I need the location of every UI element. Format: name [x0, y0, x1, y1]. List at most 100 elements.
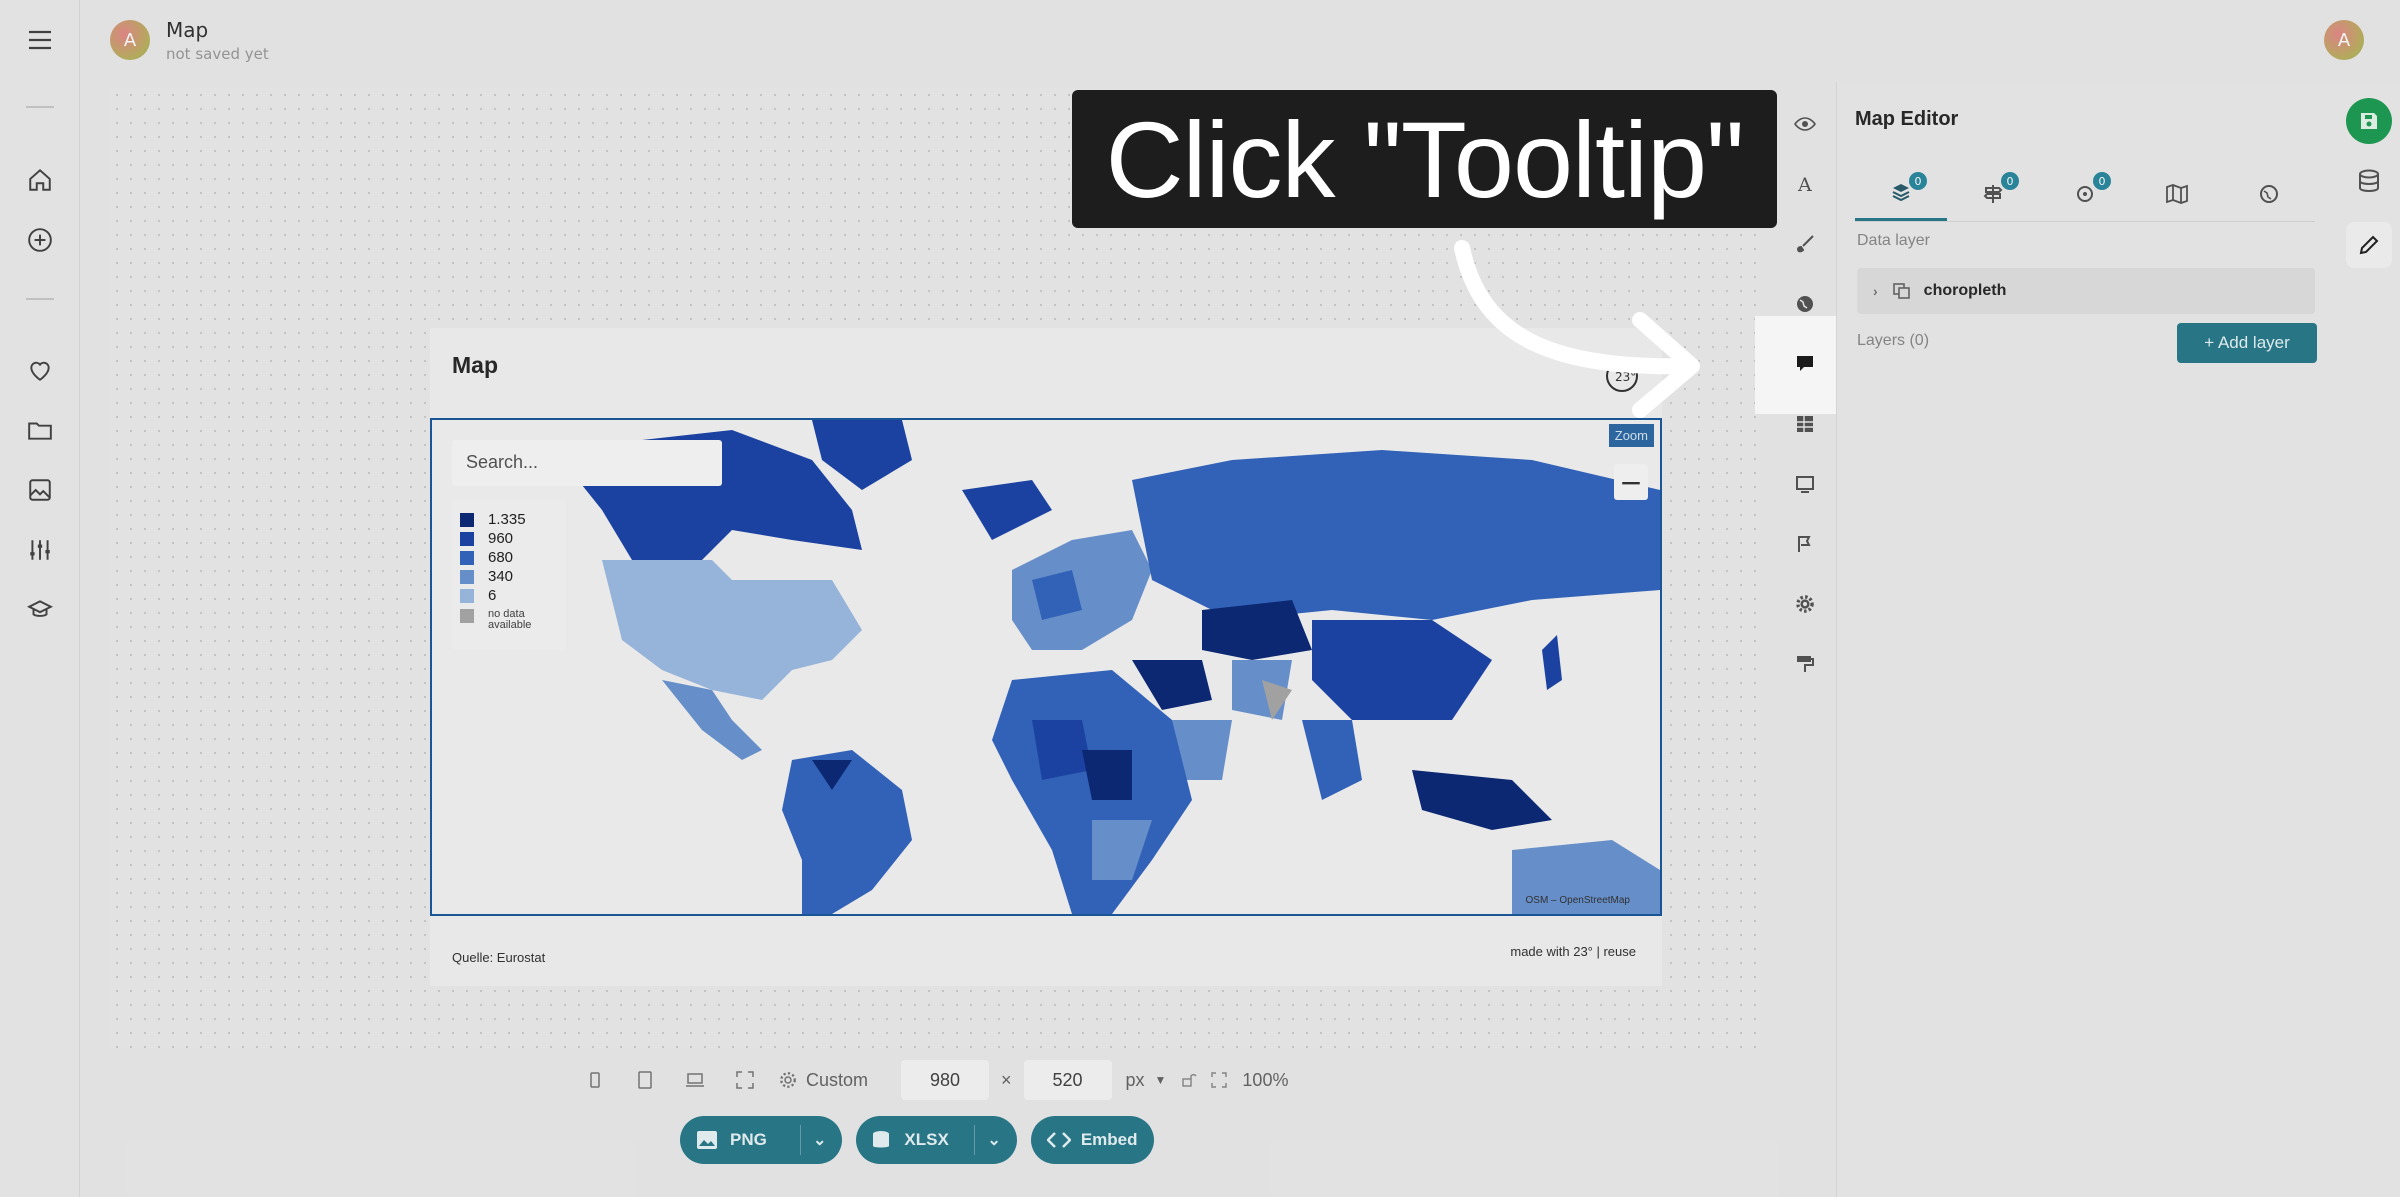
sliders-icon[interactable] — [22, 532, 58, 568]
tutorial-arrow-icon — [1454, 240, 1700, 418]
map-card[interactable]: Map 23° Search... 1.335 960 680 340 6 no… — [430, 328, 1662, 986]
layers-count-label: Layers (0) — [1857, 332, 1930, 349]
legend-swatch — [460, 569, 474, 584]
map-legend: 1.335 960 680 340 6 no data available — [452, 500, 566, 650]
legend-label: 6 — [488, 587, 497, 604]
home-icon[interactable] — [22, 162, 58, 198]
tooltip-icon[interactable] — [1782, 344, 1828, 384]
unit-select[interactable]: px — [1126, 1070, 1145, 1091]
legend-label: 1.335 — [488, 511, 526, 528]
app-header: A Map not saved yet A — [80, 0, 2400, 80]
database-icon[interactable] — [2346, 158, 2392, 204]
export-xlsx-button[interactable]: XLSX ⌄ — [856, 1116, 1017, 1164]
made-with-link[interactable]: made with 23° | reuse — [1510, 944, 1636, 959]
tab-basemap[interactable] — [2131, 166, 2223, 221]
map-title[interactable]: Map — [452, 352, 498, 379]
editor-tool-strip: A — [1782, 100, 1828, 700]
legend-swatch — [460, 588, 474, 603]
globe-icon — [2260, 184, 2278, 203]
heart-icon[interactable] — [22, 352, 58, 388]
gear-icon — [770, 1060, 806, 1100]
zoom-label: Zoom — [1608, 424, 1654, 447]
nav-divider — [26, 106, 54, 108]
size-preset[interactable]: Custom — [806, 1070, 901, 1091]
embed-button[interactable]: Embed — [1030, 1116, 1154, 1164]
chevron-right-icon[interactable]: › — [1873, 283, 1878, 299]
left-nav — [0, 0, 80, 1197]
globe-icon[interactable] — [1782, 284, 1828, 324]
xlsx-label: XLSX — [904, 1130, 949, 1149]
map-editor-panel: Map Editor 0 0 0 Data layer › choropleth… — [1836, 82, 2336, 1197]
layer-row-choropleth[interactable]: › choropleth — [1857, 268, 2315, 314]
code-icon — [1046, 1132, 1071, 1148]
zoom-fit-icon[interactable] — [1204, 1060, 1234, 1100]
legend-label: 960 — [488, 530, 514, 547]
user-avatar[interactable]: A — [2324, 20, 2364, 60]
eye-icon[interactable] — [1782, 104, 1828, 144]
map-attribution[interactable]: OSM – OpenStreetMap — [1526, 895, 1631, 906]
mobile-icon[interactable] — [570, 1060, 620, 1100]
map-search-input[interactable]: Search... — [452, 440, 722, 486]
flag-icon[interactable] — [1782, 524, 1828, 564]
folder-icon[interactable] — [22, 412, 58, 448]
pencil-icon[interactable] — [2346, 222, 2392, 268]
zoom-out-button[interactable]: − — [1614, 464, 1648, 500]
settings-icon[interactable] — [1782, 584, 1828, 624]
chevron-down-icon[interactable]: ▼ — [1155, 1073, 1167, 1087]
image-icon[interactable] — [22, 472, 58, 508]
tab-badge: 0 — [2001, 172, 2019, 190]
tab-data-layers[interactable]: 0 — [1855, 166, 1947, 221]
right-action-rail — [2336, 82, 2400, 1197]
legend-no-data-label: no data available — [488, 608, 532, 631]
nav-divider — [26, 298, 54, 300]
fullscreen-icon[interactable] — [720, 1060, 770, 1100]
legend-row: 960 — [460, 529, 558, 548]
chevron-down-icon[interactable]: ⌄ — [813, 1130, 826, 1150]
map-source: Quelle: Eurostat — [452, 950, 546, 965]
legend-swatch — [460, 609, 474, 623]
legend-label: 340 — [488, 568, 514, 585]
laptop-icon[interactable] — [670, 1060, 720, 1100]
layout-icon[interactable] — [1782, 464, 1828, 504]
legend-swatch — [460, 550, 474, 565]
editor-tabs: 0 0 0 — [1855, 166, 2315, 222]
brush-icon[interactable] — [1782, 224, 1828, 264]
avatar[interactable]: A — [110, 20, 150, 60]
legend-swatch — [460, 512, 474, 527]
paint-roller-icon[interactable] — [1782, 644, 1828, 684]
width-input[interactable]: 980 — [901, 1060, 989, 1100]
save-icon[interactable] — [2346, 98, 2392, 144]
svg-text:A: A — [1797, 174, 1812, 194]
plus-circle-icon[interactable] — [22, 222, 58, 258]
table-icon[interactable] — [1782, 404, 1828, 444]
document-title[interactable]: Map — [166, 18, 208, 42]
tab-points[interactable]: 0 — [2039, 166, 2131, 221]
legend-label: 680 — [488, 549, 514, 566]
export-toolbar: PNG ⌄ XLSX ⌄ Embed — [680, 1116, 1154, 1164]
tab-badge: 0 — [1909, 172, 1927, 190]
typography-icon[interactable]: A — [1782, 164, 1828, 204]
tutorial-instruction: Click "Tooltip" — [1072, 90, 1777, 228]
hamburger-icon[interactable] — [22, 22, 58, 58]
target-icon — [2077, 185, 2093, 202]
tab-markers[interactable]: 0 — [1947, 166, 2039, 221]
height-input[interactable]: 520 — [1023, 1060, 1112, 1100]
button-separator — [974, 1125, 976, 1155]
chevron-down-icon[interactable]: ⌄ — [987, 1130, 1000, 1150]
add-layer-button[interactable]: + Add layer — [2177, 323, 2317, 363]
signpost-icon — [1983, 184, 2003, 203]
tab-projection[interactable] — [2223, 166, 2315, 221]
graduation-cap-icon[interactable] — [22, 592, 58, 628]
legend-row: 680 — [460, 548, 558, 567]
tablet-icon[interactable] — [620, 1060, 670, 1100]
copy-layers-icon — [1892, 283, 1910, 299]
world-map — [562, 420, 1660, 914]
legend-no-data: no data available — [460, 609, 558, 631]
zoom-level: 100% — [1242, 1069, 1289, 1090]
lock-ratio-icon[interactable] — [1174, 1060, 1204, 1100]
map-viewport[interactable]: Search... 1.335 960 680 340 6 no data av… — [430, 418, 1662, 916]
export-png-button[interactable]: PNG ⌄ — [680, 1116, 843, 1164]
image-icon — [697, 1131, 717, 1149]
legend-row: 340 — [460, 567, 558, 586]
legend-row: 1.335 — [460, 510, 558, 529]
